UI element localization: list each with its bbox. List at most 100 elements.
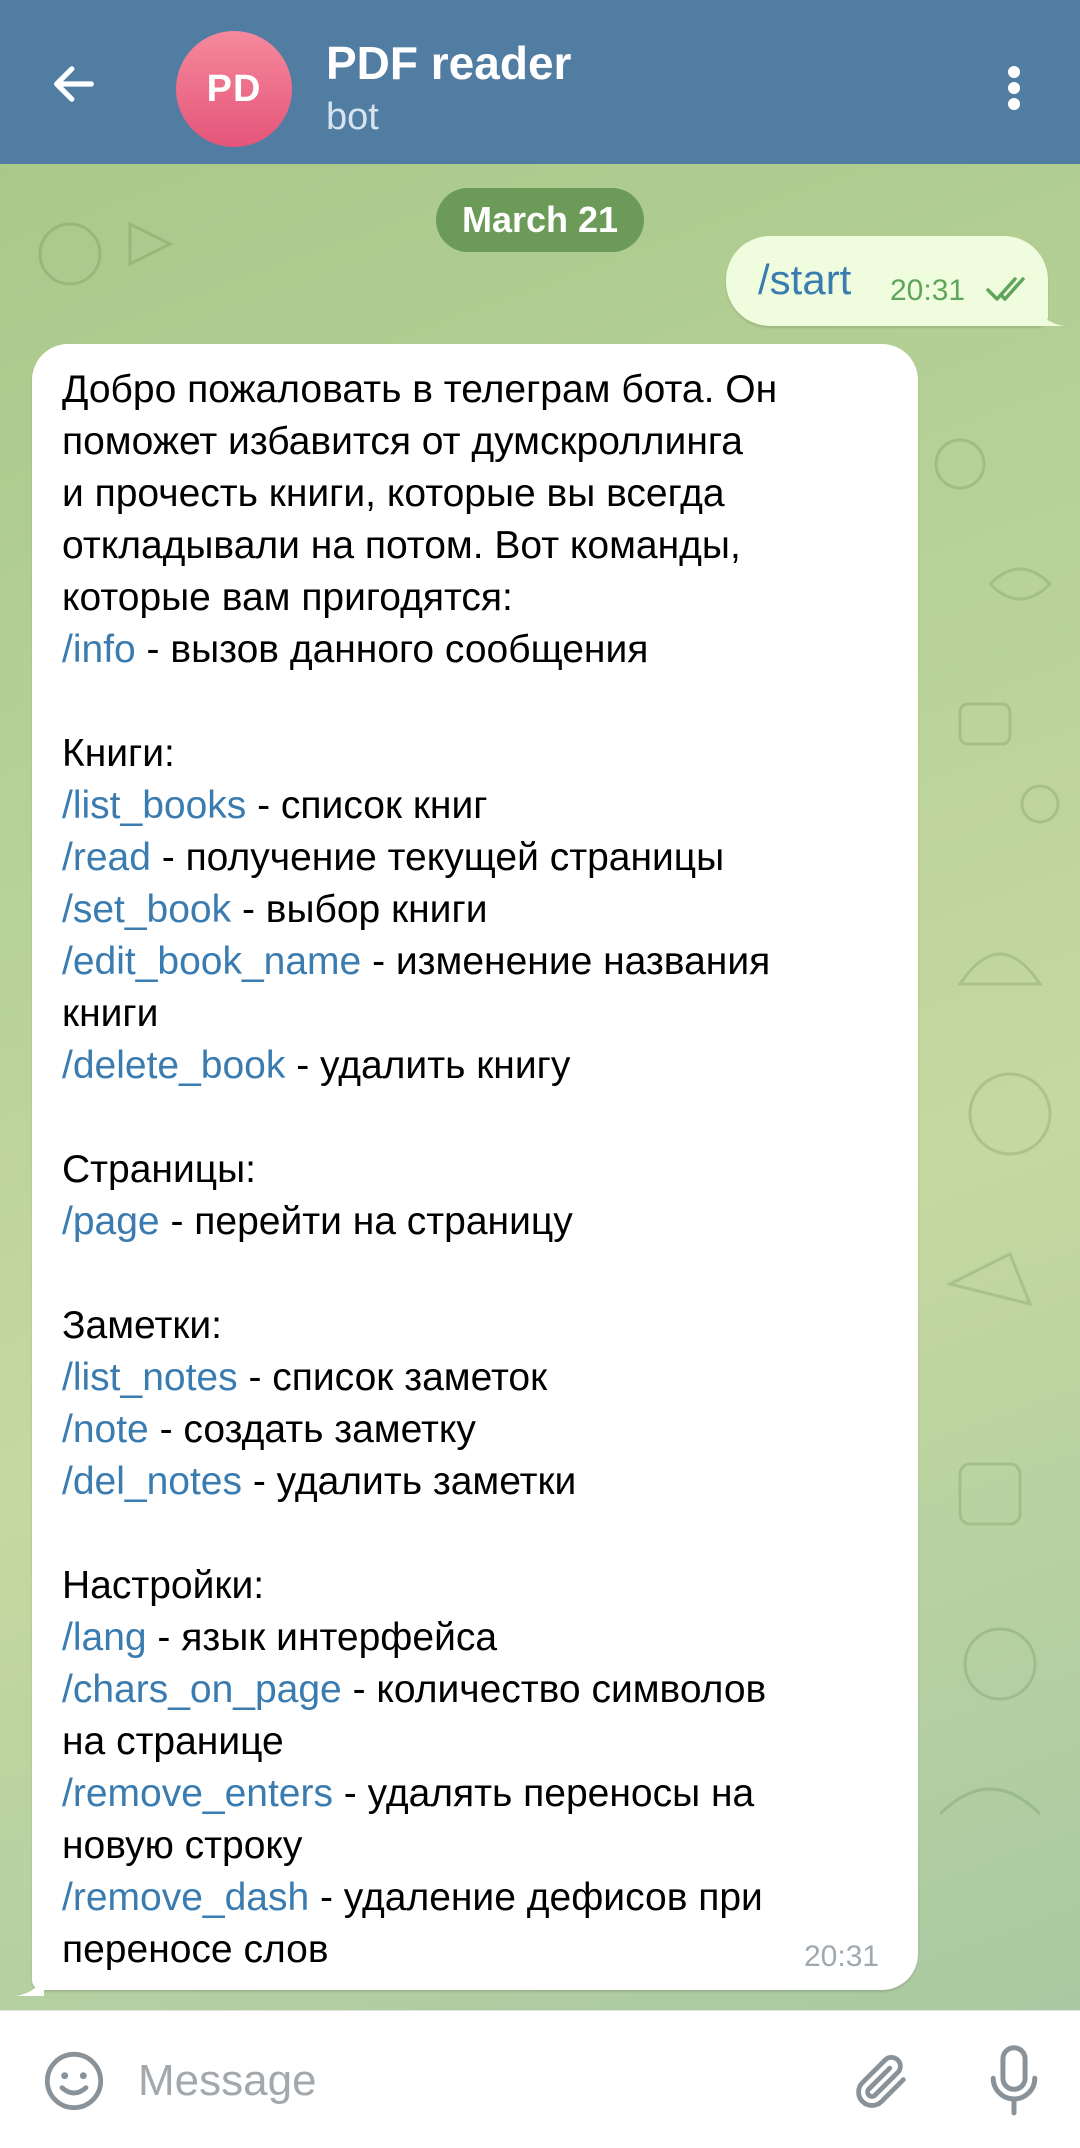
message-line: /list_notes - список заметок <box>62 1352 902 1404</box>
message-line-text: - удалять переносы на <box>332 1772 755 1815</box>
avatar-initials: PD <box>206 67 262 110</box>
paperclip-icon <box>856 2054 906 2108</box>
outgoing-bubble-tail <box>1036 302 1064 326</box>
command-link[interactable]: /set_book <box>62 888 231 931</box>
command-link[interactable]: /delete_book <box>62 1044 285 1087</box>
message-line: /chars_on_page - количество символов <box>62 1664 902 1716</box>
emoji-button[interactable] <box>40 2047 108 2115</box>
message-line-text: - список заметок <box>237 1356 548 1399</box>
command-link[interactable]: /list_notes <box>62 1356 238 1399</box>
arrow-left-icon <box>54 66 94 102</box>
message-line-text: Настройки: <box>62 1564 265 1607</box>
message-line: /remove_dash - удаление дефисов при <box>62 1872 902 1924</box>
message-line: Настройки: <box>62 1560 902 1612</box>
message-line-text: - язык интерфейса <box>146 1616 498 1659</box>
message-line: /list_books - список книг <box>62 780 902 832</box>
message-line: /read - получение текущей страницы <box>62 832 902 884</box>
message-line: и прочесть книги, которые вы всегда <box>62 468 902 520</box>
incoming-message-text: Добро пожаловать в телеграм бота. Он помо… <box>62 364 902 1976</box>
message-line: книги <box>62 988 902 1040</box>
message-line: поможет избавится от думскроллинга <box>62 416 902 468</box>
command-link[interactable]: /read <box>62 836 151 879</box>
date-badge: March 21 <box>436 188 644 252</box>
message-line-text: - создать заметку <box>148 1408 476 1451</box>
message-line: /del_notes - удалить заметки <box>62 1456 902 1508</box>
command-link[interactable]: /remove_enters <box>62 1772 333 1815</box>
message-line-text: - удаление дефисов при <box>309 1876 763 1919</box>
message-line: /remove_enters - удалять переносы на <box>62 1768 902 1820</box>
chat-area[interactable]: March 21 /start 20:31 Добро пожаловать в… <box>0 164 1080 2010</box>
message-line-text: Книги: <box>62 732 175 775</box>
message-line-text: Добро пожаловать в телеграм бота. Он <box>62 368 778 411</box>
command-link[interactable]: /del_notes <box>62 1460 242 1503</box>
command-link[interactable]: /info <box>62 628 136 671</box>
message-line: Книги: <box>62 728 902 780</box>
message-line: /delete_book - удалить книгу <box>62 1040 902 1092</box>
message-line-text: Страницы: <box>62 1148 256 1191</box>
message-line-text: поможет избавится от думскроллинга <box>62 420 743 463</box>
message-line-text: новую строку <box>62 1824 303 1867</box>
message-line: которые вам пригодятся: <box>62 572 902 624</box>
command-link[interactable]: /lang <box>62 1616 147 1659</box>
outgoing-message-text: /start <box>758 256 852 303</box>
incoming-message[interactable]: Добро пожаловать в телеграм бота. Он помо… <box>32 344 918 1990</box>
message-line-text: - вызов данного сообщения <box>135 628 649 671</box>
back-button[interactable] <box>38 48 110 120</box>
incoming-message-time: 20:31 <box>804 1940 880 1973</box>
incoming-bubble-tail <box>16 1972 44 1996</box>
command-link[interactable]: /chars_on_page <box>62 1668 342 1711</box>
message-line-text: - получение текущей страницы <box>150 836 725 879</box>
message-line: /lang - язык интерфейса <box>62 1612 902 1664</box>
message-line: Страницы: <box>62 1144 902 1196</box>
double-check-icon <box>986 277 1025 301</box>
message-line-text: Заметки: <box>62 1304 222 1347</box>
message-line-text: переносе слов <box>62 1928 329 1971</box>
message-line: откладывали на потом. Вот команды, <box>62 520 902 572</box>
message-line-text: - выбор книги <box>231 888 488 931</box>
message-line-text: - список книг <box>246 784 488 827</box>
chat-header: PD PDF reader bot <box>0 0 1080 164</box>
message-line: новую строку <box>62 1820 902 1872</box>
message-line-text: откладывали на потом. Вот команды, <box>62 524 741 567</box>
message-input-bar <box>0 2010 1080 2148</box>
message-line-text: - количество символов <box>341 1668 767 1711</box>
message-line-text: книги <box>62 992 159 1035</box>
message-input[interactable] <box>136 2045 820 2117</box>
voice-record-button[interactable] <box>980 2041 1048 2121</box>
message-line-text: - изменение названия <box>361 940 771 983</box>
message-line: /set_book - выбор книги <box>62 884 902 936</box>
smile-icon <box>44 2051 104 2111</box>
avatar[interactable]: PD <box>176 31 292 147</box>
message-line: на странице <box>62 1716 902 1768</box>
attach-button[interactable] <box>848 2047 916 2115</box>
outgoing-message[interactable]: /start 20:31 <box>726 236 1048 326</box>
chat-subtitle: bot <box>326 96 379 138</box>
message-line: /info - вызов данного сообщения <box>62 624 902 676</box>
message-line-text: на странице <box>62 1720 284 1763</box>
message-line: переносе слов <box>62 1924 902 1976</box>
message-line: /note - создать заметку <box>62 1404 902 1456</box>
command-link[interactable]: /page <box>62 1200 160 1243</box>
message-line-text: которые вам пригодятся: <box>62 576 513 619</box>
message-line-text: и прочесть книги, которые вы всегда <box>62 472 725 515</box>
message-line: Добро пожаловать в телеграм бота. Он <box>62 364 902 416</box>
message-line: /edit_book_name - изменение названия <box>62 936 902 988</box>
microphone-icon <box>990 2045 1038 2116</box>
command-link[interactable]: /edit_book_name <box>62 940 361 983</box>
command-link[interactable]: /list_books <box>62 784 246 827</box>
more-menu-button[interactable] <box>990 56 1038 120</box>
more-vertical-icon <box>1008 66 1020 110</box>
outgoing-message-time: 20:31 <box>890 274 966 307</box>
command-link[interactable]: /remove_dash <box>62 1876 309 1919</box>
message-line: Заметки: <box>62 1300 902 1352</box>
message-line-text: - удалить заметки <box>241 1460 577 1503</box>
command-link[interactable]: /note <box>62 1408 149 1451</box>
message-line: /page - перейти на страницу <box>62 1196 902 1248</box>
message-line-text: - удалить книгу <box>285 1044 571 1087</box>
message-line-text: - перейти на страницу <box>159 1200 573 1243</box>
chat-title[interactable]: PDF reader <box>326 36 571 90</box>
